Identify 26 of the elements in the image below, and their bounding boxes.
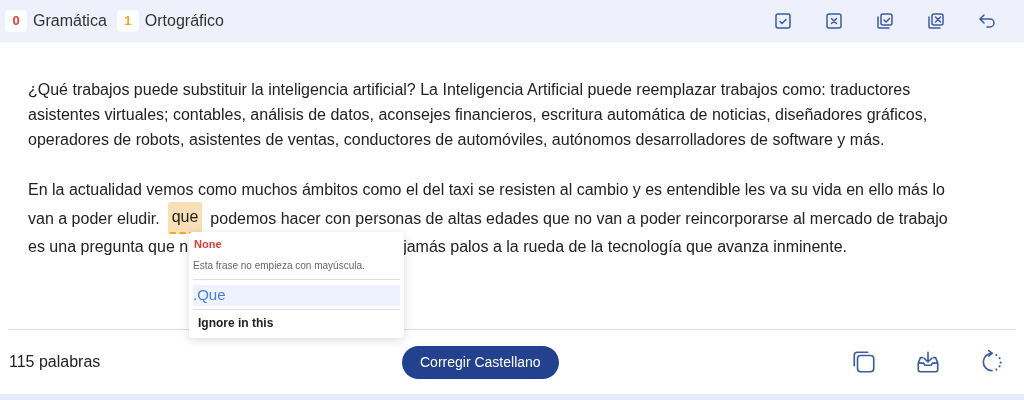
count-number: 0 [12,12,20,31]
flagged-word[interactable]: que [167,202,203,234]
accept-all-icon[interactable] [875,11,895,31]
text-line: podemos hacer con personas de altas edades que no van a poder reincorporarse al mercado de trabajo [210,208,948,229]
text-line: En la actualidad vemos como muchos ámbitos como el del taxi se resisten al cambio y es entendible les va su vida en ello más lo [28,180,945,200]
ignore-option[interactable]: Ignore in this [193,313,400,332]
correct-button[interactable]: Corregir Castellano [402,346,559,379]
download-tray-icon[interactable] [915,349,941,375]
accept-icon[interactable] [773,11,793,31]
text-line: operadores de robots, asistentes de ventas, conductores de automóviles, autónomos desarrolladores de software y más. [28,130,885,150]
reject-icon[interactable] [824,11,844,31]
copy-icon[interactable] [851,349,877,375]
text-line: es una pregunta que n [28,237,189,257]
text-line: asistentes virtuales; contables, análisis de datos, aconsejes financieros, escritura automática de noticias, diseñadores gráficos, [28,105,928,125]
text-line: ¿Qué trabajos puede substituir la inteligencia artificial? La Inteligencia Artificial puede reemplazar trabajos como: traductores [28,80,911,100]
suggestion-message: Esta frase no empieza con mayúscula. [193,257,400,280]
undo-icon[interactable] [977,11,997,31]
category-label[interactable]: Gramática [33,9,107,33]
count-number: 1 [124,12,132,31]
suggestion-option[interactable]: .Que [193,284,400,306]
text-line: jamás palos a la rueda de la tecnología que avanza inminente. [403,237,847,257]
category-label: None [193,237,223,252]
word-count: 115 palabras [9,352,101,372]
reject-all-icon[interactable] [926,11,946,31]
category-label[interactable]: Ortográfico [144,9,224,33]
text-line: van a poder eludir. [28,208,160,229]
